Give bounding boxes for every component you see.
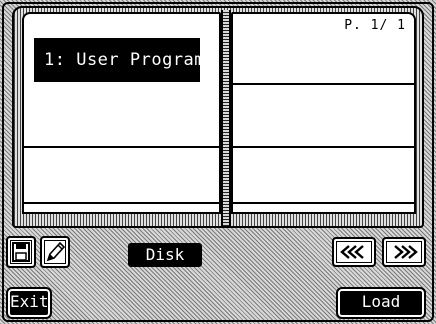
pencil-icon [46,241,66,262]
media-disk-label: Disk [128,243,202,267]
program-book: P. 1/ 1 1: User Program [12,6,424,228]
rewind-icon [340,245,364,259]
row-divider [233,202,414,204]
row-divider [233,83,414,85]
save-button[interactable] [6,236,36,268]
book-spine [221,10,231,226]
page-indicator: P. 1/ 1 [344,18,406,33]
load-button[interactable]: Load [336,287,426,319]
exit-button[interactable]: Exit [6,287,52,319]
row-divider [24,202,219,204]
prev-page-button[interactable] [332,237,376,267]
list-item-selected[interactable]: 1: User Program [34,38,205,82]
edit-button[interactable] [40,236,70,268]
floppy-disk-icon [12,242,30,262]
fast-forward-icon [394,245,418,259]
row-divider [233,146,414,148]
row-divider [24,146,219,148]
next-page-button[interactable] [382,237,426,267]
right-page: P. 1/ 1 [231,12,416,214]
list-item-label: 1: User Program [44,50,206,70]
